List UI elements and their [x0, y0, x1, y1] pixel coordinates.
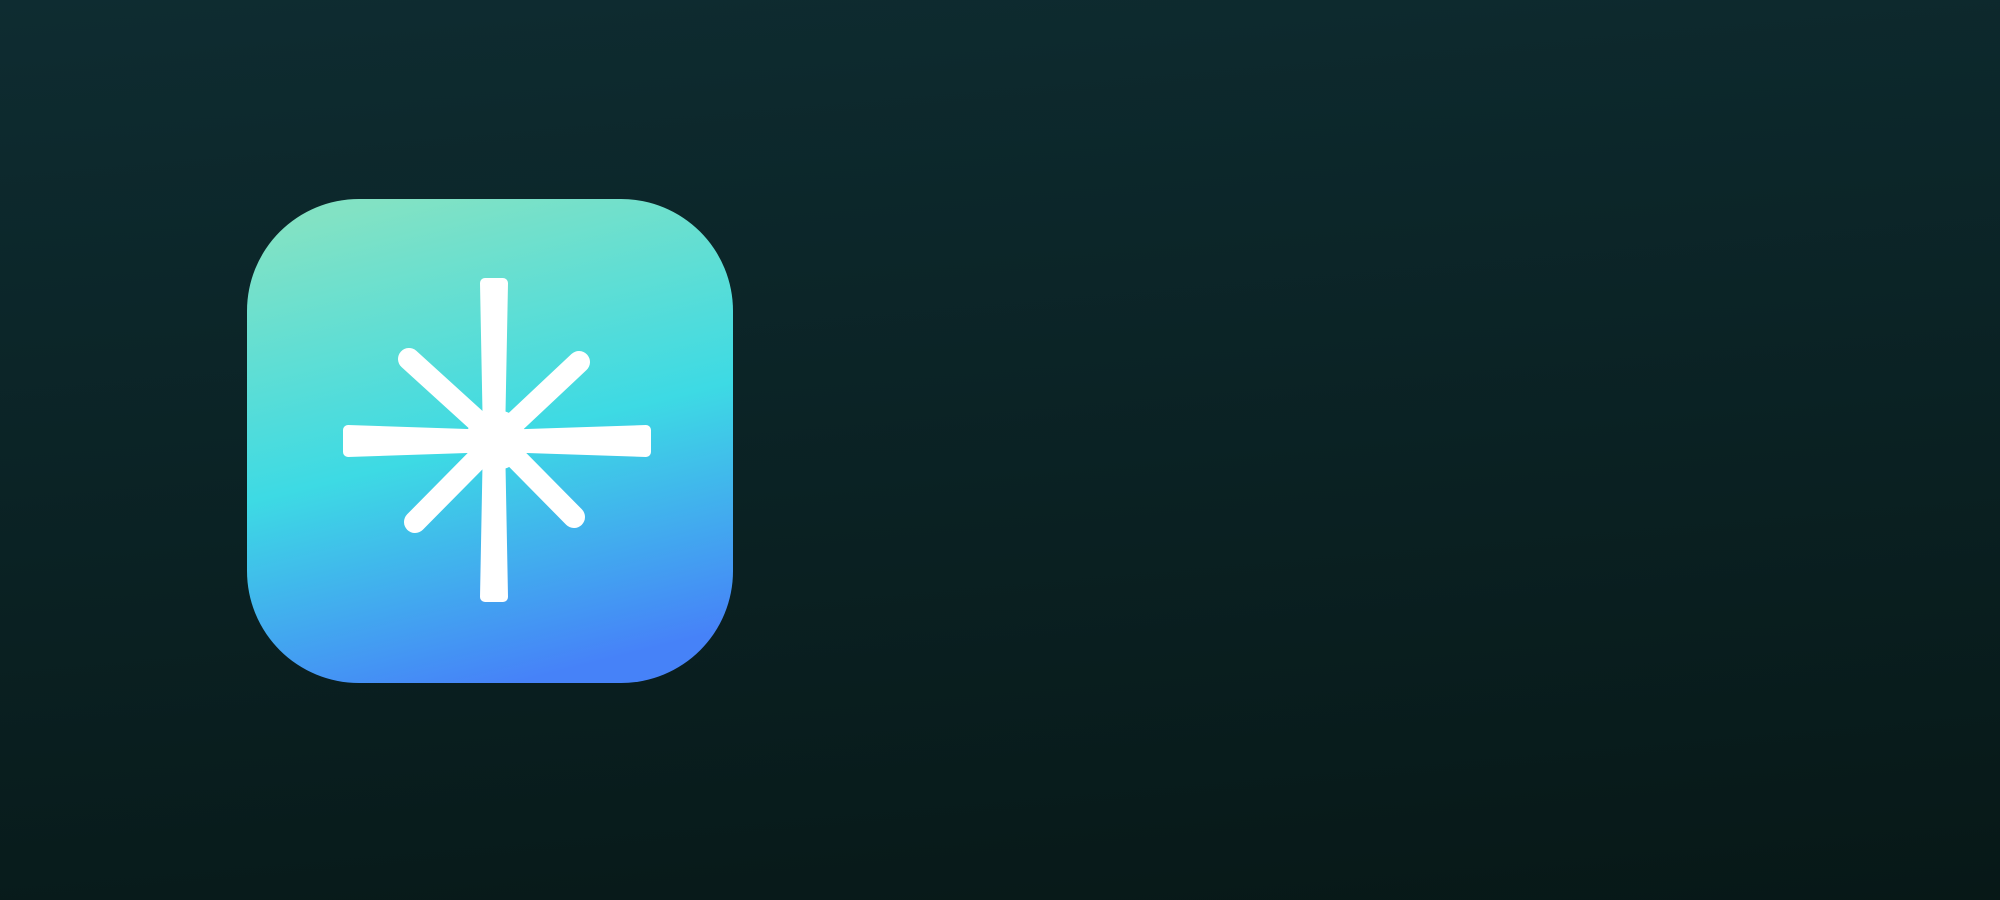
- asterisk-star-icon: [247, 199, 733, 683]
- app-logo-tile: [247, 199, 733, 683]
- star-center: [466, 410, 526, 470]
